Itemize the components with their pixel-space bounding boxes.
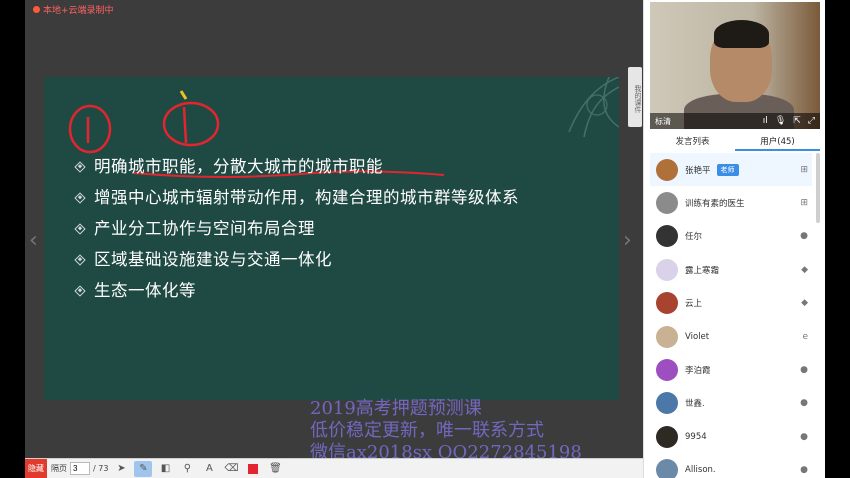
right-edge-blank [825,0,850,478]
teacher-video: 标清 ıl 🎙 ⇱ ⤢ [650,2,820,129]
laser-tool-icon[interactable]: ⚲ [178,461,196,477]
avatar [656,258,678,281]
watermark-line: 低价稳定更新，唯一联系方式 [310,420,544,441]
apple-icon: ● [800,231,808,242]
bullet-list: 明确城市职能，分散大城市的城市职能 增强中心城市辐射带动作用，构建合理的城市群等… [74,155,519,310]
recording-indicator: 本地+云端录制中 [33,3,114,16]
user-name: 训练有素的医生 [685,199,745,210]
recording-label: 本地+云端录制中 [43,6,114,16]
avatar [656,392,678,415]
floral-ornament-icon [568,77,619,138]
diamond-bullet-icon [74,161,86,173]
watermark-line: 2019高考押题预测课 [310,398,482,419]
user-list-item[interactable]: 训练有素的医生 ⊞ [650,186,812,219]
page-input[interactable] [70,462,90,475]
ie-icon: e [802,331,808,342]
user-name: 张艳平 [685,165,711,176]
user-name: Violet [685,331,710,342]
user-name: 任尔 [685,232,703,243]
diamond-bullet-icon [74,192,86,204]
user-name: Allison. [685,465,716,476]
apple-icon: ● [800,465,808,476]
user-name: 露上寒霜 [685,265,720,276]
windows-icon: ⊞ [800,198,808,209]
text-tool-icon[interactable]: A [200,461,218,477]
avatar [656,192,678,215]
avatar [656,292,678,315]
user-list-item[interactable]: 云上 ◆ [650,287,812,320]
bullet-item: 产业分工协作与空间布局合理 [74,217,519,241]
user-list-item[interactable]: 任尔 ● [650,220,812,253]
prev-slide-arrow-icon[interactable]: ‹ [29,228,38,253]
apple-icon: ● [800,431,808,442]
user-list-item[interactable]: Violet e [650,320,812,353]
diamond-bullet-icon [74,254,86,266]
color-picker-icon[interactable] [244,461,262,477]
record-dot-icon [33,6,40,13]
bullet-item: 区域基础设施建设与交通一体化 [74,248,519,272]
ink-circle-2 [162,101,220,147]
user-list-item[interactable]: 世鑫. ● [650,387,812,420]
bullet-item: 增强中心城市辐射带动作用，构建合理的城市群等级体系 [74,186,519,210]
avatar [656,225,678,248]
presentation-stage: 本地+云端录制中 明确城市职能，分散大城市的城市职能 增强中心城市辐射带动作用，… [25,0,643,478]
bullet-item: 生态一体化等 [74,279,519,303]
video-controls: 标清 ıl 🎙 ⇱ ⤢ [650,113,820,129]
bullet-item: 明确城市职能，分散大城市的城市职能 [74,155,519,179]
ink-numeral-2 [182,106,188,144]
watermark: 2019高考押题预测课 低价稳定更新，唯一联系方式 微信ax2018sx QQ2… [310,398,582,464]
user-list-item[interactable]: Allison. ● [650,454,812,478]
apple-icon: ● [800,365,808,376]
shape-tool-icon[interactable]: ◧ [156,461,174,477]
avatar [656,158,678,181]
user-name: 9954 [685,431,707,442]
panel-tabs: 发言列表 用户(45) [650,134,820,151]
signal-icon: ıl [762,116,768,126]
page-navigator: 隔页 / 73 [51,462,108,475]
hide-toolbar-button[interactable]: 隐藏 [25,458,47,478]
teacher-hair [714,20,769,48]
page-label: 隔页 [51,464,67,473]
pen-tool-icon[interactable]: ✎ [134,460,153,477]
slide: 明确城市职能，分散大城市的城市职能 增强中心城市辐射带动作用，构建合理的城市群等… [44,77,619,400]
user-list-item[interactable]: 9954 ● [650,420,812,453]
apple-icon: ● [800,398,808,409]
tab-users[interactable]: 用户(45) [735,134,820,151]
classroom-app: 本地+云端录制中 明确城市职能，分散大城市的城市职能 增强中心城市辐射带动作用，… [0,0,850,478]
tab-chat[interactable]: 发言列表 [650,134,735,151]
my-courseware-tab[interactable]: 我的课件 [628,67,642,127]
avatar [656,359,678,382]
popout-icon[interactable]: ⇱ [793,116,801,126]
windows-icon: ⊞ [800,164,808,175]
ink-tick [179,90,188,100]
next-slide-arrow-icon[interactable]: › [623,228,632,253]
eraser-tool-icon[interactable]: ⌫ [222,461,240,477]
microphone-icon[interactable]: 🎙 [775,116,786,126]
diamond-bullet-icon [74,223,86,235]
page-total: / 73 [93,464,109,473]
pointer-tool-icon[interactable]: ➤ [112,461,130,477]
diamond-bullet-icon [74,285,86,297]
fullscreen-icon[interactable]: ⤢ [808,116,815,126]
user-name: 李泊霞 [685,366,711,377]
teacher-badge: 老师 [716,163,739,176]
user-list: 张艳平 老师 ⊞ 训练有素的医生 ⊞ 任尔 ● 露上寒霜 ◆ 云上 ◆ Violet e 李泊霞 ● 世鑫. ●… [650,153,812,478]
android-icon: ◆ [801,264,808,275]
trash-tool-icon[interactable]: 🗑 [266,461,284,477]
user-list-item[interactable]: 露上寒霜 ◆ [650,253,812,286]
whiteboard-toolbar: 隐藏 隔页 / 73 ➤ ✎ ◧ ⚲ A ⌫ 🗑 [25,458,643,478]
user-list-item[interactable]: 张艳平 老师 ⊞ [650,153,812,187]
right-panel: 标清 ıl 🎙 ⇱ ⤢ 发言列表 用户(45) 张艳平 老师 ⊞ 训练有素的医生 ⊞ 任尔… [643,0,825,478]
user-name: 世鑫. [685,399,705,410]
avatar [656,425,678,448]
android-icon: ◆ [801,298,808,309]
avatar [656,325,678,348]
user-list-item[interactable]: 李泊霞 ● [650,353,812,386]
avatar [656,459,678,478]
user-list-scrollbar[interactable] [816,153,820,223]
quality-selector[interactable]: 标清 [655,116,671,127]
ink-circle-1 [68,104,112,154]
user-name: 云上 [685,299,703,310]
courseware-tab-label: 我的课件 [634,84,642,113]
